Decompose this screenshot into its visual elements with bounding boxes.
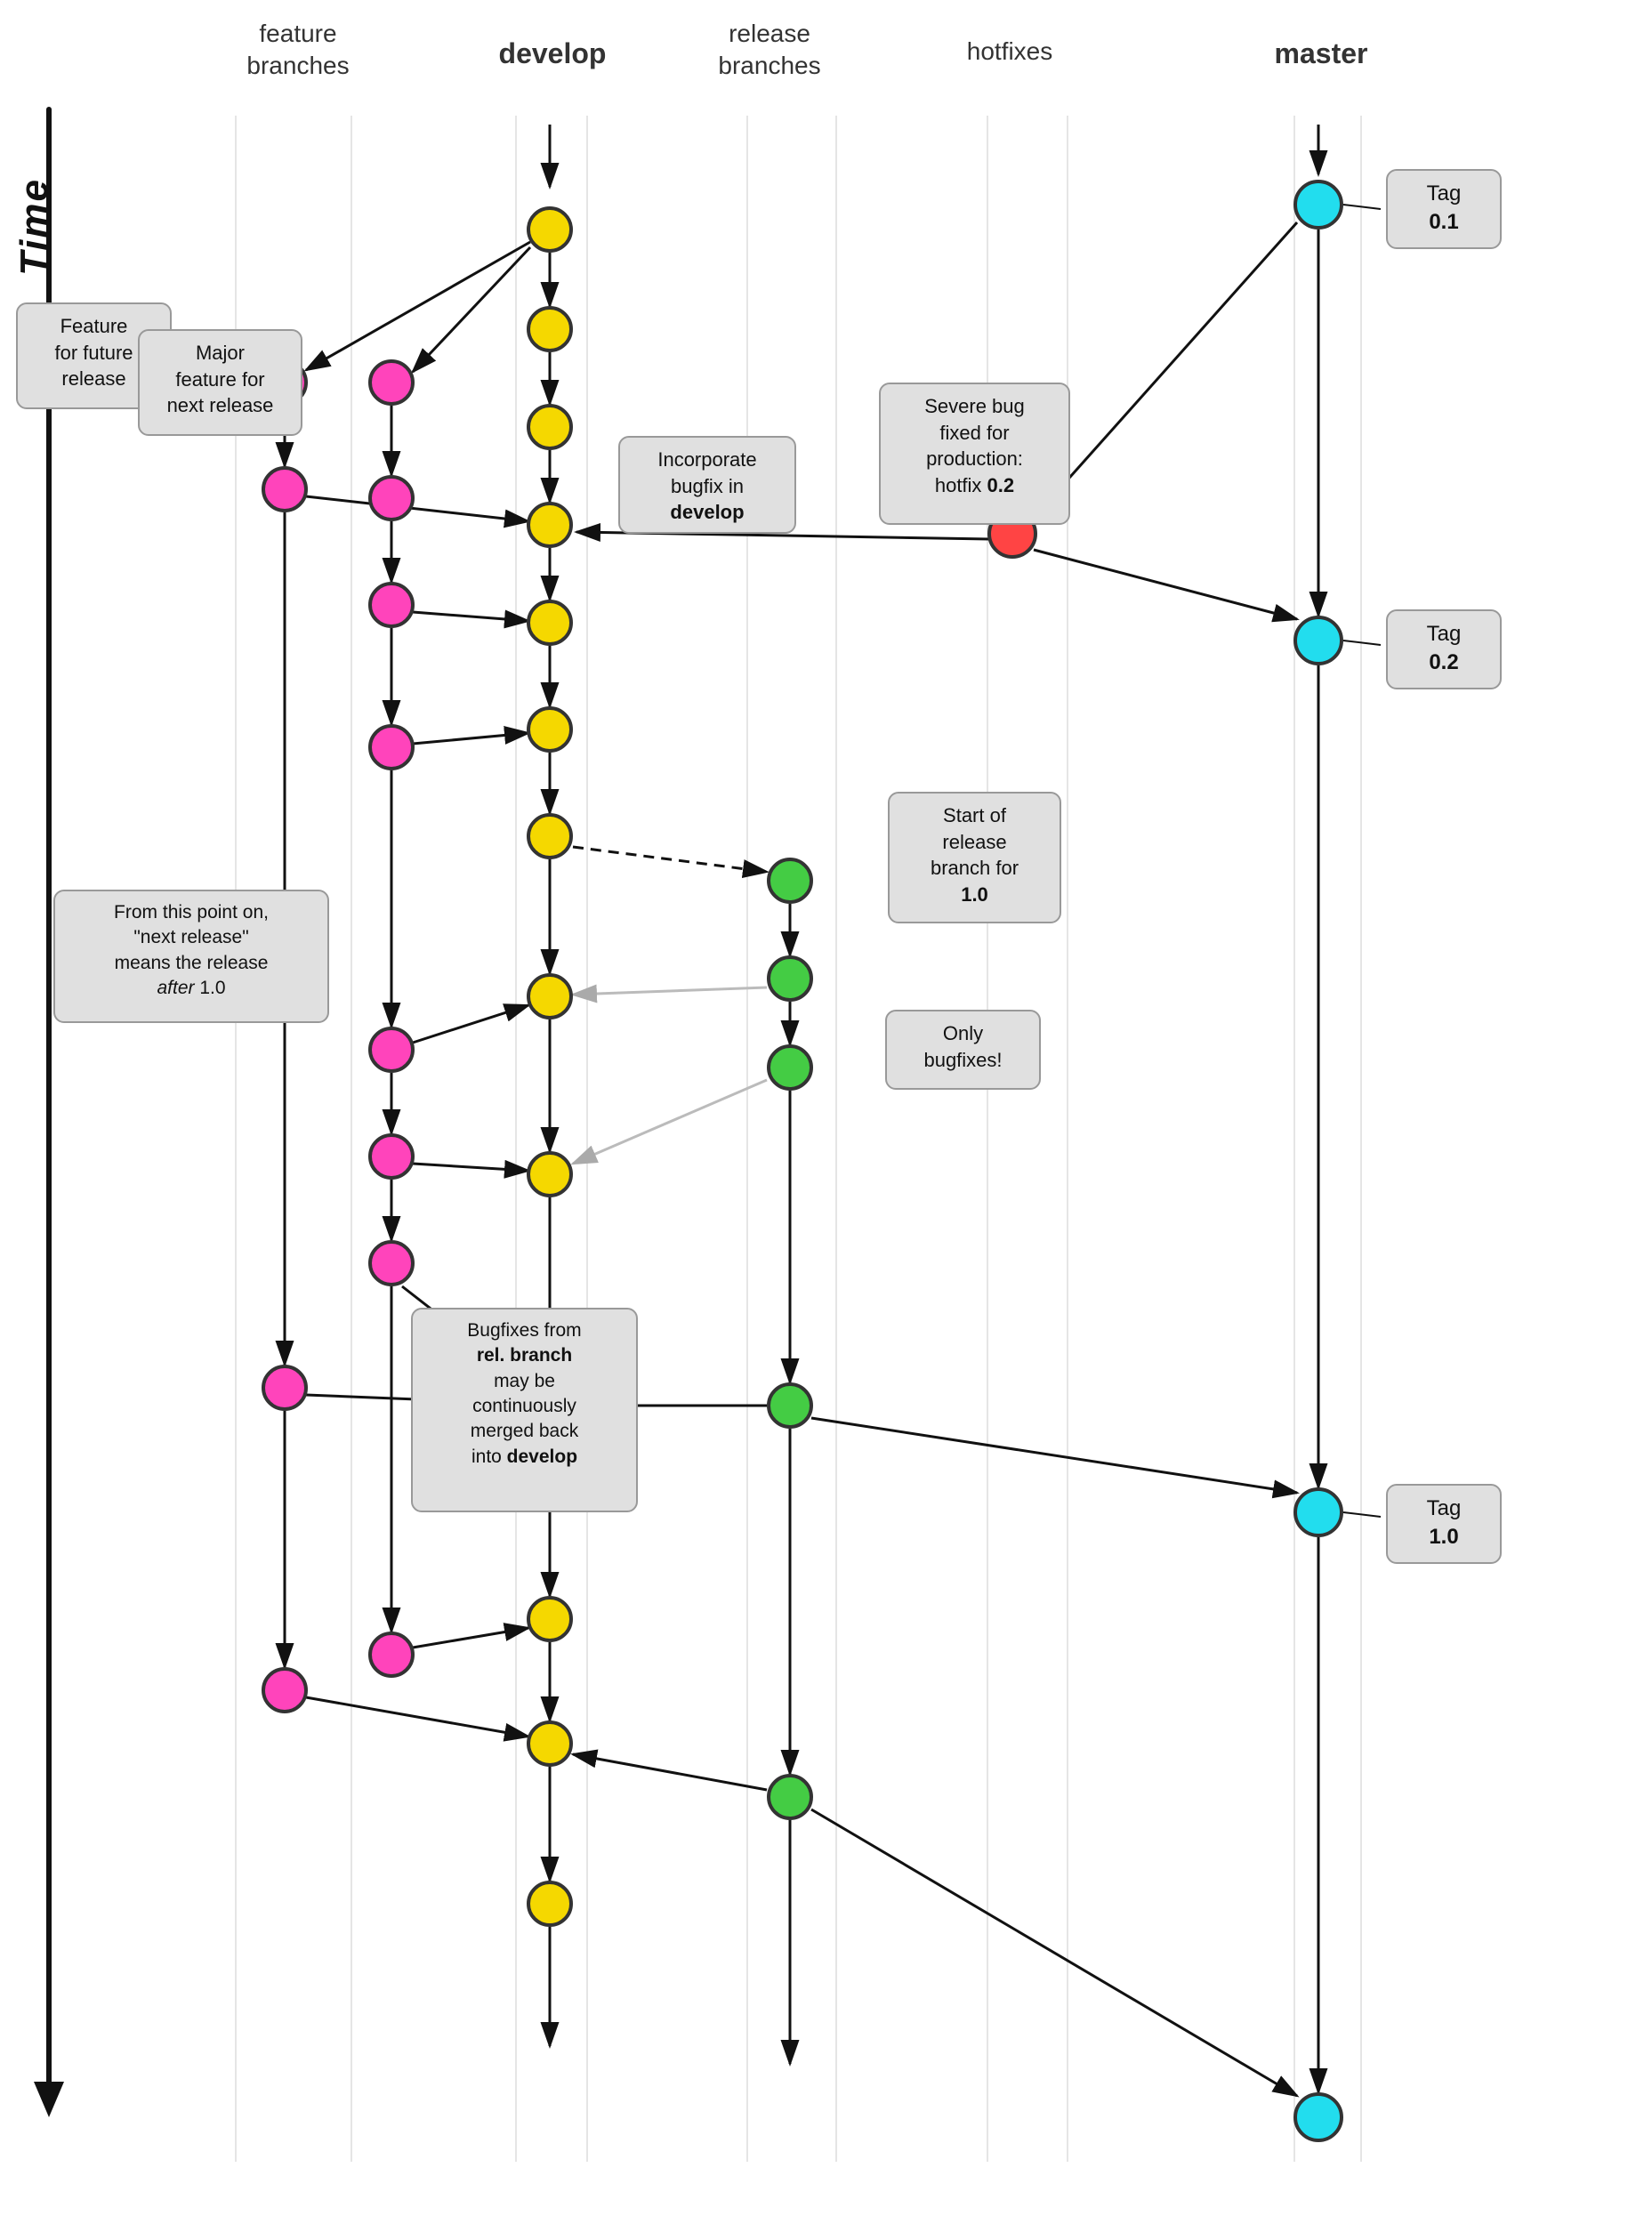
- node-develop-6: [527, 706, 573, 753]
- bubble-only-bugfixes: Onlybugfixes!: [885, 1010, 1041, 1090]
- node-develop-3: [527, 404, 573, 450]
- node-feature-left-5: [262, 1667, 308, 1713]
- bubble-start-release: Start ofreleasebranch for1.0: [888, 792, 1061, 923]
- node-develop-1: [527, 206, 573, 253]
- bubble-major-feature: Majorfeature fornext release: [138, 329, 302, 436]
- node-feature-right-5: [368, 1027, 415, 1073]
- node-develop-5: [527, 600, 573, 646]
- node-develop-8: [527, 973, 573, 1019]
- bubble-tag-10: Tag1.0: [1386, 1484, 1502, 1564]
- node-feature-right-3: [368, 582, 415, 628]
- node-master-4: [1293, 2092, 1343, 2142]
- bubble-from-this-point: From this point on,"next release"means t…: [53, 890, 329, 1023]
- node-develop-4: [527, 502, 573, 548]
- col-label-develop: develop: [495, 36, 610, 73]
- bubble-tag-01: Tag0.1: [1386, 169, 1502, 249]
- node-feature-right-4: [368, 724, 415, 770]
- node-feature-left-2: [262, 466, 308, 512]
- col-label-release: releasebranches: [694, 18, 845, 83]
- node-master-3: [1293, 1487, 1343, 1537]
- node-feature-right-1: [368, 359, 415, 406]
- diagram-container: Time feature branches develop releasebra…: [0, 0, 1652, 2224]
- node-release-2: [767, 955, 813, 1002]
- node-develop-7: [527, 813, 573, 859]
- node-feature-left-4: [262, 1365, 308, 1411]
- node-develop-2: [527, 306, 573, 352]
- node-develop-9: [527, 1151, 573, 1197]
- bubble-severe-bug: Severe bugfixed forproduction:hotfix 0.2: [879, 383, 1070, 525]
- bubble-bugfixes-rel-branch: Bugfixes fromrel. branchmay becontinuous…: [411, 1308, 638, 1512]
- node-release-5: [767, 1774, 813, 1820]
- bubble-incorporate-bugfix: Incorporatebugfix indevelop: [618, 436, 796, 534]
- node-develop-11: [527, 1596, 573, 1642]
- node-develop-13: [527, 1881, 573, 1927]
- node-feature-right-2: [368, 475, 415, 521]
- time-arrow-icon: [34, 2082, 64, 2117]
- node-feature-right-7: [368, 1240, 415, 1286]
- col-label-hotfixes: hotfixes: [943, 36, 1076, 68]
- node-release-1: [767, 858, 813, 904]
- time-label: Time: [12, 178, 57, 276]
- node-release-3: [767, 1044, 813, 1091]
- bubble-tag-02: Tag0.2: [1386, 609, 1502, 689]
- col-label-feature: feature branches: [222, 18, 374, 83]
- node-release-4: [767, 1382, 813, 1429]
- col-label-master: master: [1263, 36, 1379, 73]
- node-develop-12: [527, 1720, 573, 1767]
- node-feature-right-8: [368, 1632, 415, 1678]
- node-feature-right-6: [368, 1133, 415, 1180]
- node-master-2: [1293, 616, 1343, 665]
- node-master-1: [1293, 180, 1343, 230]
